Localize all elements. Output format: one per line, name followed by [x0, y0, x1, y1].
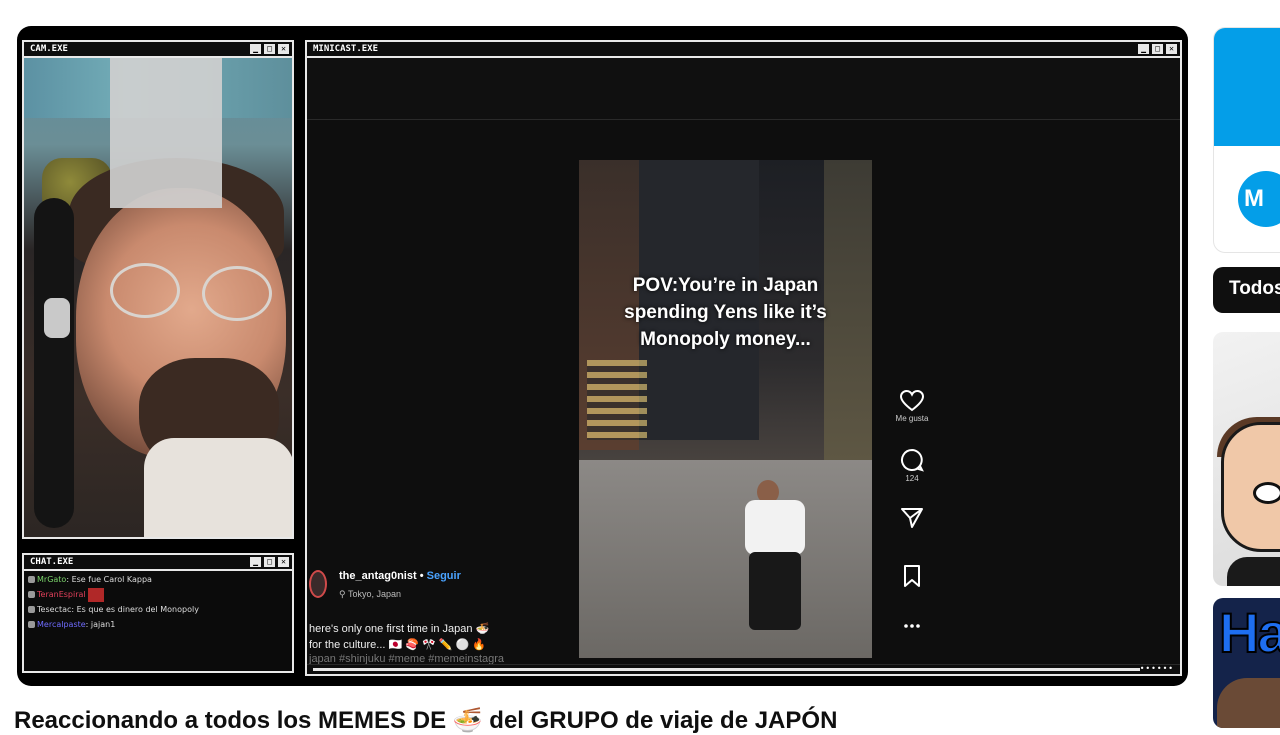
- progress-bar[interactable]: [313, 668, 1140, 671]
- avatar[interactable]: [309, 570, 327, 598]
- chat-messages: MrGato: Ese fue Carol Kappa TeranEspiral…: [24, 571, 292, 671]
- save-button[interactable]: [887, 564, 937, 622]
- cam-window-titlebar: CAM.EXE ▁ □ ✕: [24, 42, 292, 58]
- sidebar-ad[interactable]: M: [1213, 27, 1280, 253]
- comment-button[interactable]: 124: [887, 448, 937, 506]
- chat-message: TeranEspiral: [28, 587, 288, 602]
- chat-username: Mercalpaste: [37, 620, 86, 629]
- badge-icon: [28, 576, 35, 583]
- bookmark-icon: [904, 565, 920, 587]
- badge-icon: [28, 606, 35, 613]
- chat-username: MrGato: [37, 575, 67, 584]
- chat-username: Tesectac: [37, 605, 72, 614]
- reel-action-rail: Me gusta 124: [887, 390, 937, 680]
- close-icon: ✕: [278, 557, 289, 567]
- cam-window-title: CAM.EXE: [30, 44, 68, 54]
- location-label[interactable]: Tokyo, Japan: [348, 589, 401, 599]
- maximize-icon: □: [264, 44, 275, 54]
- caption-line: spending Yens like it’s: [624, 302, 827, 323]
- recommended-video-thumbnail[interactable]: Ha: [1213, 598, 1280, 728]
- caption-line: Monopoly money...: [640, 329, 811, 350]
- minimize-icon: ▁: [1138, 44, 1149, 54]
- comment-count: 124: [905, 474, 919, 483]
- badge-icon: [28, 621, 35, 628]
- follow-button[interactable]: Seguir: [427, 570, 461, 582]
- location-pin-icon: ⚲: [339, 589, 348, 599]
- minicast-window-title: MINICAST.EXE: [313, 44, 379, 54]
- chat-text: Ese fue Carol Kappa: [71, 575, 152, 584]
- progress-dots: ••••••: [1139, 664, 1174, 673]
- reel-video: POV:You’re in Japan spending Yens like i…: [579, 160, 872, 658]
- webcam-feed: [24, 58, 292, 537]
- chat-window-titlebar: CHAT.EXE ▁ □ ✕: [24, 555, 292, 571]
- maximize-icon: □: [264, 557, 275, 567]
- close-icon: ✕: [278, 44, 289, 54]
- maximize-icon: □: [1152, 44, 1163, 54]
- minimize-icon: ▁: [250, 44, 261, 54]
- close-icon: ✕: [1166, 44, 1177, 54]
- ad-banner: [1214, 28, 1280, 146]
- author-name[interactable]: the_antag0nist: [339, 570, 417, 582]
- minicast-window-titlebar: MINICAST.EXE ▁ □ ✕: [307, 42, 1180, 58]
- chat-username: TeranEspiral: [37, 590, 86, 599]
- share-button[interactable]: [887, 506, 937, 564]
- minicast-window: MINICAST.EXE ▁ □ ✕ POV:You’re in Japan s…: [305, 40, 1182, 676]
- glasses-icon: [110, 263, 180, 318]
- like-label: Me gusta: [895, 414, 929, 423]
- comment-icon: [901, 448, 924, 472]
- chat-message: MrGato: Ese fue Carol Kappa: [28, 572, 288, 587]
- headset: [34, 198, 74, 528]
- like-button[interactable]: Me gusta: [887, 390, 937, 448]
- send-icon: [901, 508, 923, 528]
- reel-caption: POV:You’re in Japan spending Yens like i…: [579, 272, 872, 353]
- video-title: Reaccionando a todos los MEMES DE 🍜 del …: [14, 707, 838, 734]
- post-description: here's only one first time in Japan 🍜: [309, 623, 490, 635]
- ad-logo: M: [1238, 171, 1280, 227]
- recommended-video-thumbnail[interactable]: [1213, 332, 1280, 586]
- minimize-icon: ▁: [250, 557, 261, 567]
- dancing-man: [737, 480, 817, 640]
- caption-line: POV:You’re in Japan: [632, 275, 819, 296]
- filter-chip-todos[interactable]: Todos: [1213, 267, 1280, 313]
- heart-icon: [900, 390, 924, 412]
- playback-bar[interactable]: ••••••: [307, 664, 1180, 674]
- emote-icon: [88, 587, 105, 602]
- thumbnail-text: Ha: [1218, 600, 1280, 665]
- cam-window: CAM.EXE ▁ □ ✕: [22, 40, 294, 539]
- badge-icon: [28, 591, 35, 598]
- microphone: [44, 298, 70, 338]
- chat-message: Mercalpaste: jajan1: [28, 617, 288, 632]
- chat-text: jajan1: [90, 620, 116, 629]
- pixelated-overlay: [110, 58, 222, 208]
- post-description-2: for the culture... 🇯🇵 🍣 🎌 ✏️ ⚪ 🔥: [309, 639, 486, 651]
- chat-text: Es que es dinero del Monopoly: [76, 605, 199, 614]
- chat-window-title: CHAT.EXE: [30, 557, 74, 567]
- chat-window: CHAT.EXE ▁ □ ✕ MrGato: Ese fue Carol Kap…: [22, 553, 294, 673]
- video-player[interactable]: CAM.EXE ▁ □ ✕ CHAT.EXE ▁ □ ✕ MrGato: Ese…: [17, 26, 1188, 686]
- more-icon: [904, 624, 920, 628]
- chat-message: Tesectac: Es que es dinero del Monopoly: [28, 602, 288, 617]
